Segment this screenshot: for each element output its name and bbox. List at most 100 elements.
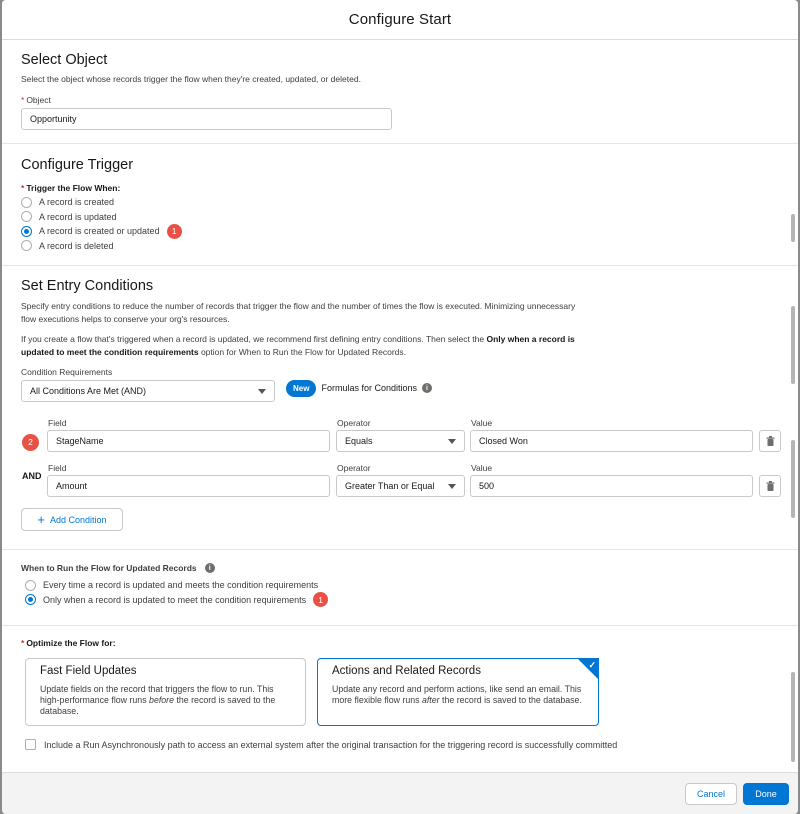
trigger-radio-group: A record is created A record is updated … xyxy=(21,195,779,253)
entry-conditions-section: Set Entry Conditions Specify entry condi… xyxy=(2,266,798,550)
trigger-option-deleted[interactable]: A record is deleted xyxy=(21,239,779,254)
trash-icon xyxy=(766,436,774,446)
delete-condition-button[interactable] xyxy=(759,430,781,452)
trigger-option-label: A record is created xyxy=(39,197,115,208)
run-async-checkbox[interactable] xyxy=(25,739,36,750)
add-icon: + xyxy=(37,512,46,527)
object-label: * Object xyxy=(21,95,779,105)
trigger-option-created[interactable]: A record is created xyxy=(21,195,779,210)
radio-button[interactable] xyxy=(25,579,36,591)
select-object-title: Select Object xyxy=(21,52,108,68)
optimize-label: * Optimize the Flow for: xyxy=(21,638,779,648)
when-to-run-section: When to Run the Flow for Updated Records… xyxy=(2,550,798,626)
done-button[interactable]: Done xyxy=(743,783,789,805)
run-async-label: Include a Run Asynchronously path to acc… xyxy=(44,739,618,750)
chevron-down-icon xyxy=(258,388,266,394)
card-text-emphasis: after xyxy=(421,695,440,705)
recommendation-text: If you create a flow that's triggered wh… xyxy=(21,334,485,344)
trigger-option-label: A record is deleted xyxy=(39,240,114,251)
required-marker: * xyxy=(21,638,25,648)
select-object-section: Select Object Select the object whose re… xyxy=(2,40,798,144)
cancel-button[interactable]: Cancel xyxy=(685,783,737,805)
object-input[interactable]: Opportunity xyxy=(21,107,392,130)
trigger-when-label-text: Trigger the Flow When: xyxy=(26,183,121,193)
condition-field-input[interactable]: StageName xyxy=(47,430,330,452)
condition-requirements-select[interactable]: All Conditions Are Met (AND) xyxy=(21,380,275,402)
when-to-run-label: When to Run the Flow for Updated Records… xyxy=(21,563,779,573)
condition-value-input[interactable]: 500 xyxy=(470,475,753,497)
condition-requirements-value: All Conditions Are Met (AND) xyxy=(30,386,147,396)
info-icon[interactable]: i xyxy=(422,383,432,393)
operator-label: Operator xyxy=(337,463,371,473)
run-async-row[interactable]: Include a Run Asynchronously path to acc… xyxy=(25,739,617,750)
scrollbar-thumb[interactable] xyxy=(791,306,795,384)
condition-operator-select[interactable]: Greater Than or Equal xyxy=(336,475,465,497)
trigger-option-label: A record is created or updated xyxy=(39,226,160,237)
card-text-end: the record is saved to the database. xyxy=(442,695,582,705)
entry-conditions-recommendation: If you create a flow that's triggered wh… xyxy=(21,333,581,358)
modal-footer: Cancel Done xyxy=(2,772,798,814)
fast-field-updates-card[interactable]: Fast Field Updates Update fields on the … xyxy=(25,658,306,726)
check-icon: ✓ xyxy=(588,660,596,670)
and-label: AND xyxy=(22,471,42,481)
modal-header: Configure Start xyxy=(2,0,798,40)
required-marker: * xyxy=(21,94,25,105)
run-option-label: Every time a record is updated and meets… xyxy=(43,580,319,591)
radio-button-selected[interactable] xyxy=(25,594,36,606)
radio-button[interactable] xyxy=(21,240,32,252)
condition-field-input[interactable]: Amount xyxy=(47,475,330,497)
step-badge: 2 xyxy=(22,433,39,451)
chevron-down-icon xyxy=(448,483,456,489)
condition-operator-select[interactable]: Equals xyxy=(336,430,465,452)
trigger-option-updated[interactable]: A record is updated xyxy=(21,210,779,225)
info-icon[interactable]: i xyxy=(204,563,215,573)
step-badge: 1 xyxy=(166,223,182,239)
formulas-for-conditions-label: Formulas for Conditions xyxy=(321,383,417,393)
scrollbar-thumb[interactable] xyxy=(791,672,795,762)
card-description: Update fields on the record that trigger… xyxy=(40,684,291,717)
condition-requirements-row: All Conditions Are Met (AND) New Formula… xyxy=(21,379,779,402)
condition-value-input[interactable]: Closed Won xyxy=(470,430,753,452)
run-option-only-when[interactable]: Only when a record is updated to meet th… xyxy=(25,592,779,608)
optimize-label-text: Optimize the Flow for: xyxy=(26,638,116,648)
entry-conditions-title: Set Entry Conditions xyxy=(21,278,154,294)
radio-button[interactable] xyxy=(21,196,32,208)
modal-body: Select Object Select the object whose re… xyxy=(2,40,798,772)
when-to-run-label-text: When to Run the Flow for Updated Records xyxy=(21,563,197,573)
optimize-section: * Optimize the Flow for: Fast Field Updat… xyxy=(2,626,798,772)
card-title: Actions and Related Records xyxy=(332,665,481,677)
operator-label: Operator xyxy=(337,418,371,428)
trigger-when-label: * Trigger the Flow When: xyxy=(21,183,779,193)
operator-value: Equals xyxy=(345,436,373,446)
new-badge: New xyxy=(286,379,317,397)
field-label: Field xyxy=(48,463,67,473)
actions-related-records-card[interactable]: ✓ Actions and Related Records Update any… xyxy=(317,658,599,726)
add-condition-label: Add Condition xyxy=(50,514,107,525)
radio-button-selected[interactable] xyxy=(21,225,32,237)
add-condition-button[interactable]: + Add Condition xyxy=(21,508,123,531)
scrollbar-thumb[interactable] xyxy=(791,214,795,242)
card-text-emphasis: before xyxy=(149,695,174,705)
condition-row-1-step-badge: 2 xyxy=(22,432,39,451)
trash-icon xyxy=(766,481,774,491)
chevron-down-icon xyxy=(448,438,456,444)
value-label: Value xyxy=(471,418,493,428)
run-option-label: Only when a record is updated to meet th… xyxy=(43,594,307,605)
trigger-option-label: A record is updated xyxy=(39,211,117,222)
run-option-every-time[interactable]: Every time a record is updated and meets… xyxy=(25,578,779,593)
radio-button[interactable] xyxy=(21,211,32,223)
configure-trigger-section: Configure Trigger * Trigger the Flow When… xyxy=(2,144,798,266)
card-description: Update any record and perform actions, l… xyxy=(332,684,584,706)
recommendation-text-end: option for When to Run the Flow for Upda… xyxy=(200,346,407,357)
configure-trigger-title: Configure Trigger xyxy=(21,157,134,173)
value-label: Value xyxy=(471,463,493,473)
required-marker: * xyxy=(21,183,25,193)
configure-start-modal: Configure Start Select Object Select the… xyxy=(2,0,798,814)
condition-requirements-label: Condition Requirements xyxy=(21,367,113,377)
entry-conditions-help: Specify entry conditions to reduce the n… xyxy=(21,301,576,324)
step-badge: 1 xyxy=(313,592,329,608)
field-label: Field xyxy=(48,418,67,428)
trigger-option-created-or-updated[interactable]: A record is created or updated 1 xyxy=(21,223,779,239)
delete-condition-button[interactable] xyxy=(759,475,781,497)
card-title: Fast Field Updates xyxy=(40,665,137,677)
